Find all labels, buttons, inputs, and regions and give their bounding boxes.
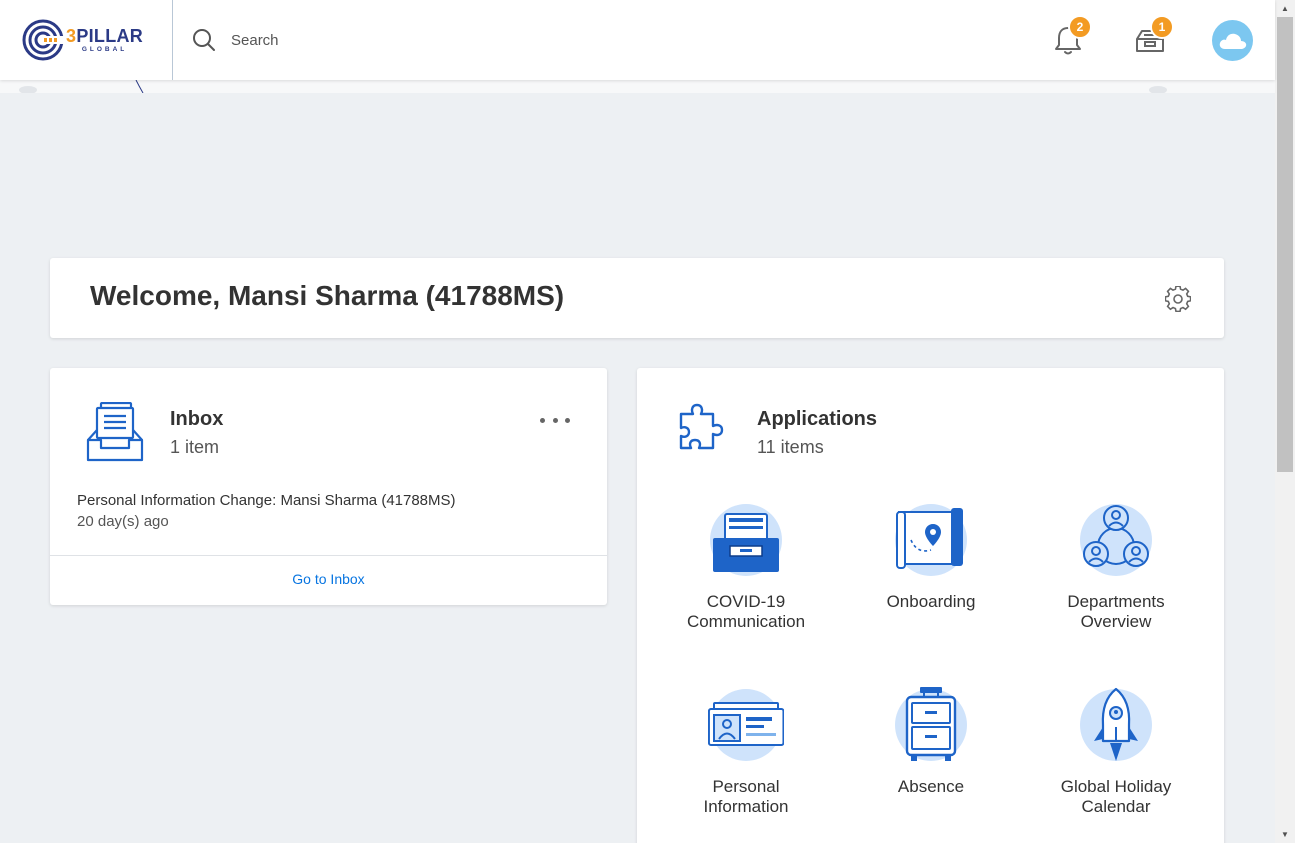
app-label-line1: COVID-19 (706, 592, 786, 611)
people-network-icon (1080, 504, 1152, 576)
map-pin-icon (895, 504, 967, 576)
header-divider (172, 0, 173, 80)
logo-prefix: 3 (66, 25, 77, 46)
inbox-item-title[interactable]: Personal Information Change: Mansi Sharm… (77, 492, 456, 509)
go-to-inbox-link[interactable]: Go to Inbox (50, 571, 607, 587)
inbox-count: 1 item (170, 437, 220, 457)
top-header: 3PILLAR GLOBAL 2 1 (0, 0, 1275, 80)
hero-banner-strip (0, 79, 1275, 94)
page-scrollbar[interactable]: ▲ ▼ (1275, 0, 1295, 843)
more-options-button[interactable] (540, 408, 570, 432)
logo-main-text: PILLAR (76, 25, 144, 46)
app-label-line1: Global Holiday (1060, 777, 1172, 796)
app-label-line2: Communication (686, 612, 806, 631)
search-input[interactable] (224, 24, 624, 56)
company-logo[interactable]: 3PILLAR GLOBAL (22, 18, 148, 62)
app-tile-global-holiday-calendar[interactable]: Global Holiday Calendar (1031, 687, 1201, 837)
app-label-line2: Calendar (1081, 797, 1151, 816)
app-label-line1: Absence (897, 777, 965, 796)
app-tile-covid-19-communication[interactable]: COVID-19 Communication (661, 502, 831, 652)
more-dot-icon (565, 417, 570, 423)
app-label-line2: Information (703, 797, 789, 816)
search-icon (193, 29, 215, 51)
app-label-line1: Personal (712, 777, 780, 796)
logo-subtitle: GLOBAL (81, 45, 128, 53)
scroll-up-arrow-icon[interactable]: ▲ (1275, 0, 1295, 17)
user-avatar[interactable] (1212, 20, 1253, 61)
app-label-line1: Onboarding (886, 592, 976, 611)
app-label-line2: Overview (1080, 612, 1152, 631)
more-dot-icon (540, 417, 545, 423)
app-tile-onboarding[interactable]: Onboarding (846, 502, 1016, 652)
app-tile-personal-information[interactable]: Personal Information (661, 687, 831, 837)
applications-title: Applications (757, 408, 878, 430)
scrollbar-thumb[interactable] (1277, 17, 1293, 472)
scroll-down-arrow-icon[interactable]: ▼ (1275, 826, 1295, 843)
inbox-card: Inbox 1 item Personal Information Change… (50, 368, 607, 605)
more-dot-icon (552, 417, 558, 423)
app-tile-absence[interactable]: Absence (846, 687, 1016, 837)
app-tile-departments-overview[interactable]: Departments Overview (1031, 502, 1201, 652)
inbox-item-time: 20 day(s) ago (77, 513, 169, 530)
inbox-title: Inbox (170, 408, 224, 430)
puzzle-icon (679, 403, 724, 450)
inbox-header-button[interactable]: 1 (1128, 15, 1174, 62)
welcome-title: Welcome, Mansi Sharma (41788MS) (90, 280, 565, 311)
app-label-line1: Departments (1067, 592, 1165, 611)
notifications-button[interactable]: 2 (1046, 15, 1092, 62)
notifications-badge: 2 (1068, 15, 1092, 39)
inbox-divider (50, 555, 607, 556)
hero-decoration (19, 79, 1167, 94)
cloud-icon (1219, 33, 1246, 49)
file-cabinet-icon (710, 504, 782, 576)
rocket-icon (1080, 687, 1152, 761)
suitcase-icon (895, 687, 967, 761)
inbox-badge: 1 (1150, 15, 1174, 39)
logo-mark-icon (22, 19, 64, 61)
applications-card: Applications 11 items COVID-19 Communicat… (637, 368, 1224, 843)
id-card-icon (708, 689, 784, 761)
gear-icon[interactable] (1165, 286, 1191, 312)
applications-count: 11 items (757, 437, 824, 457)
welcome-card: Welcome, Mansi Sharma (41788MS) (50, 258, 1224, 338)
inbox-stack-icon (86, 402, 144, 462)
